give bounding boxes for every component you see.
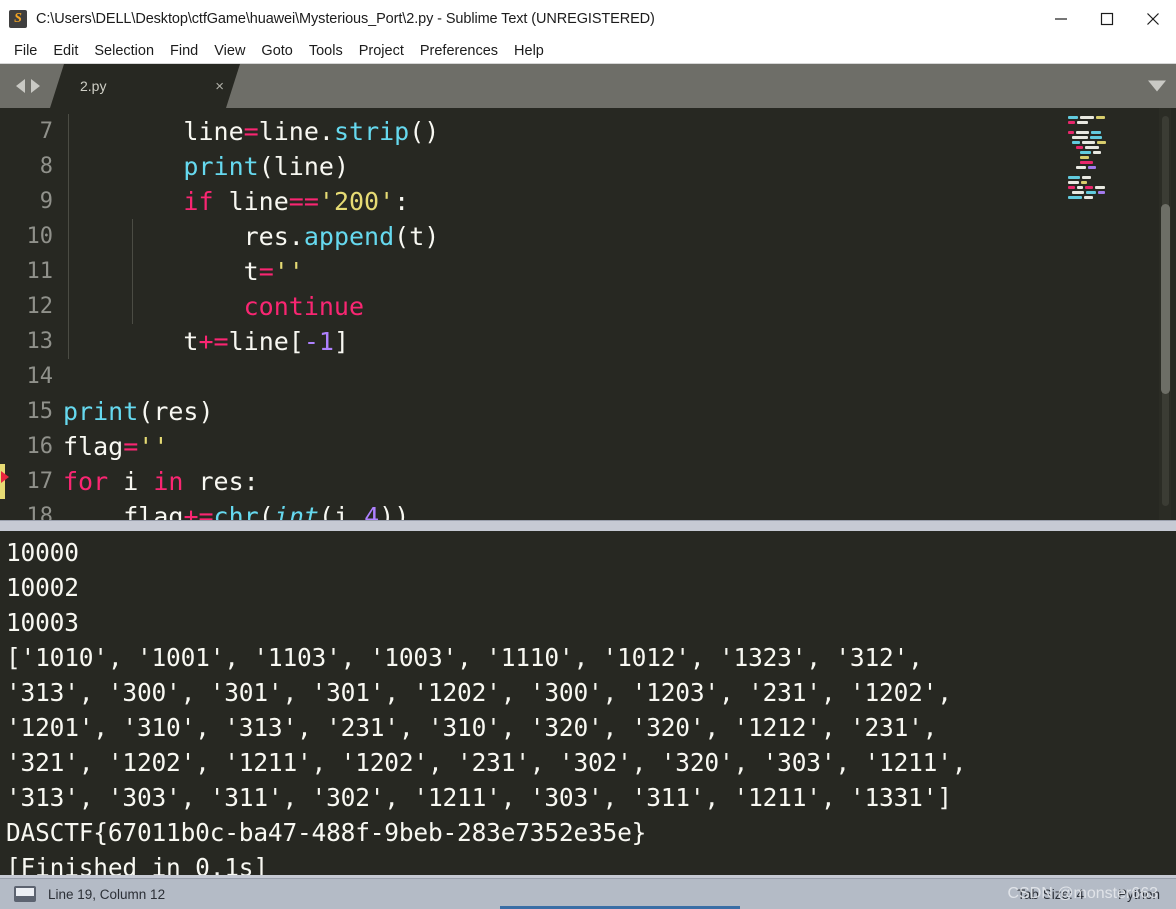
output-line: '313', '300', '301', '301', '1202', '300… (6, 678, 952, 707)
sublime-text-window: C:\Users\DELL\Desktop\ctfGame\huawei\Mys… (0, 0, 1176, 909)
menu-item-goto[interactable]: Goto (253, 41, 300, 61)
line-number: 16 (26, 434, 54, 459)
tab-label: 2.py (80, 78, 107, 94)
output-line-finished: [Finished in 0.1s] (6, 853, 268, 878)
cursor-position: Line 19, Column 12 (48, 886, 166, 902)
build-output-panel[interactable]: 10000 10002 10003 ['1010', '1001', '1103… (0, 531, 1176, 878)
output-line: '1201', '310', '313', '231', '310', '320… (6, 713, 938, 742)
code-line-13: t+=line[-1] (183, 327, 350, 356)
status-bar: Line 19, Column 12 Tab Size: 4 Python CS… (0, 878, 1176, 909)
line-number: 7 (39, 119, 53, 144)
menu-item-preferences[interactable]: Preferences (412, 41, 506, 61)
output-line: 10002 (6, 573, 79, 602)
window-controls (1038, 0, 1176, 38)
line-number: 17 (26, 469, 54, 494)
window-title: C:\Users\DELL\Desktop\ctfGame\huawei\Mys… (36, 11, 655, 27)
line-number: 18 (26, 504, 54, 520)
code-text-area[interactable]: line=line.strip() print(line) if line=='… (63, 108, 1176, 520)
code-line-16: flag='' (63, 432, 169, 461)
editor-vertical-scrollbar[interactable] (1159, 108, 1171, 520)
line-number: 12 (26, 294, 54, 319)
breakpoint-arrow-icon[interactable] (1, 471, 9, 483)
status-right-group: Tab Size: 4 Python (1017, 887, 1176, 902)
menu-item-view[interactable]: View (206, 41, 253, 61)
line-number: 13 (26, 329, 54, 354)
syntax-indicator[interactable]: Python (1118, 887, 1160, 902)
menu-bar: File Edit Selection Find View Goto Tools… (0, 38, 1176, 64)
line-number: 8 (39, 154, 53, 179)
output-line-flag: DASCTF{67011b0c-ba47-488f-9beb-283e7352e… (6, 818, 647, 847)
output-line: '313', '303', '311', '302', '1211', '303… (6, 783, 952, 812)
menu-item-project[interactable]: Project (351, 41, 412, 61)
output-line: 10003 (6, 608, 79, 637)
line-number-gutter: 7 8 9 10 11 12 13 14 15 16 17 18 (1, 108, 63, 520)
line-number: 10 (26, 224, 54, 249)
tab-bar: 2.py × (0, 64, 1176, 108)
sublime-text-icon (9, 10, 27, 28)
code-editor[interactable]: 7 8 9 10 11 12 13 14 15 16 17 18 line=li… (0, 108, 1176, 520)
panel-toggle-icon[interactable] (14, 886, 36, 902)
tab-navigation-arrows[interactable] (0, 64, 56, 108)
menu-item-selection[interactable]: Selection (86, 41, 162, 61)
menu-item-help[interactable]: Help (506, 41, 552, 61)
menu-item-file[interactable]: File (6, 41, 45, 61)
code-line-10: res.append(t) (243, 222, 440, 251)
minimize-button[interactable] (1038, 0, 1084, 38)
code-line-15: print(res) (63, 397, 214, 426)
menu-item-edit[interactable]: Edit (45, 41, 86, 61)
output-line: 10000 (6, 538, 79, 567)
line-number: 15 (26, 399, 54, 424)
menu-item-find[interactable]: Find (162, 41, 206, 61)
code-line-7: line=line.strip() (183, 117, 440, 146)
menu-item-tools[interactable]: Tools (301, 41, 351, 61)
code-line-18: flag+=chr(int(i,4)) (123, 502, 410, 520)
output-line: '321', '1202', '1211', '1202', '231', '3… (6, 748, 967, 777)
line-number: 9 (39, 189, 53, 214)
code-line-8: print(line) (183, 152, 349, 181)
tab-size-indicator[interactable]: Tab Size: 4 (1017, 887, 1084, 902)
output-panel-divider[interactable] (0, 520, 1176, 531)
title-bar: C:\Users\DELL\Desktop\ctfGame\huawei\Mys… (0, 0, 1176, 38)
arrow-left-icon[interactable] (16, 79, 25, 93)
close-button[interactable] (1130, 0, 1176, 38)
chevron-down-icon[interactable] (1148, 80, 1166, 92)
code-line-12: continue (243, 292, 365, 321)
arrow-right-icon[interactable] (31, 79, 40, 93)
line-number: 14 (26, 364, 54, 389)
maximize-button[interactable] (1084, 0, 1130, 38)
code-line-9: if line=='200': (183, 187, 410, 216)
code-line-17: for i in res: (63, 467, 259, 496)
output-line: ['1010', '1001', '1103', '1003', '1110',… (6, 643, 923, 672)
code-line-11: t='' (243, 257, 304, 286)
tab-2py[interactable]: 2.py × (50, 64, 240, 108)
line-number: 11 (26, 259, 54, 284)
scrollbar-thumb[interactable] (1161, 204, 1170, 394)
close-icon[interactable]: × (215, 79, 224, 94)
